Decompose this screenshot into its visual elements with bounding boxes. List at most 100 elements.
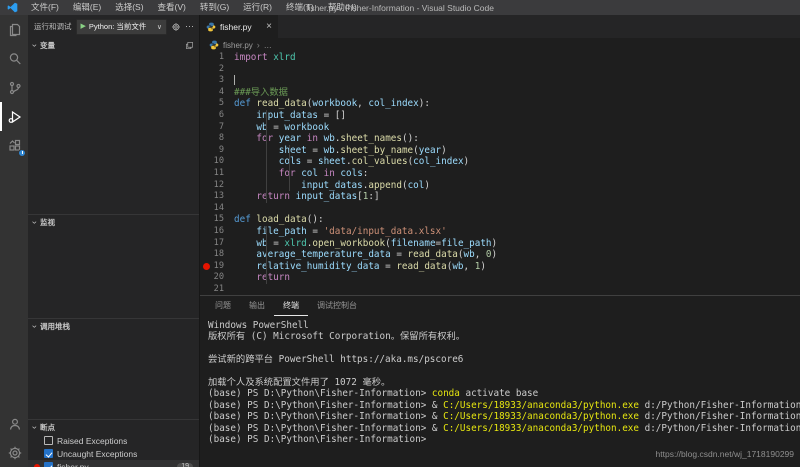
breakpoint-row[interactable]: Raised Exceptions	[28, 434, 199, 447]
menu-item[interactable]: 选择(S)	[108, 0, 150, 15]
code-line[interactable]: 17 wb = xlrd.open_workbook(filename=file…	[200, 238, 800, 250]
code-text[interactable]	[234, 64, 800, 76]
code-line[interactable]: 20 return	[200, 272, 800, 284]
breadcrumb-symbol[interactable]: …	[264, 41, 272, 50]
panel-tab-调试控制台[interactable]: 调试控制台	[308, 296, 366, 316]
code-text[interactable]: file_path = 'data/input_data.xlsx'	[234, 226, 800, 238]
start-debug-icon[interactable]: ▶	[81, 23, 86, 30]
code-line[interactable]: 16 file_path = 'data/input_data.xlsx'	[200, 226, 800, 238]
breadcrumb[interactable]: fisher.py › …	[200, 38, 800, 52]
code-line[interactable]: 11 for col in cols:	[200, 168, 800, 180]
code-line[interactable]: 5def read_data(workbook, col_index):	[200, 98, 800, 110]
menu-item[interactable]: 编辑(E)	[66, 0, 108, 15]
line-number-gutter[interactable]: 14	[200, 203, 234, 215]
code-line[interactable]: 6 input_datas = []	[200, 110, 800, 122]
code-line[interactable]: 10 cols = sheet.col_values(col_index)	[200, 156, 800, 168]
line-number-gutter[interactable]: 8	[200, 133, 234, 145]
panel-tab-输出[interactable]: 输出	[240, 296, 274, 316]
run-debug-icon[interactable]	[0, 102, 28, 131]
variables-section-header[interactable]: › 变量	[28, 38, 199, 52]
code-text[interactable]	[234, 75, 800, 87]
collapse-all-icon[interactable]	[185, 41, 194, 50]
configure-gear-icon[interactable]	[171, 22, 181, 32]
code-text[interactable]: input_datas = []	[234, 110, 800, 122]
code-text[interactable]: relative_humidity_data = read_data(wb, 1…	[234, 261, 800, 273]
code-text[interactable]	[234, 203, 800, 215]
source-control-icon[interactable]	[0, 73, 28, 102]
line-number-gutter[interactable]: 10	[200, 156, 234, 168]
code-text[interactable]: return input_datas[1:]	[234, 191, 800, 203]
line-number-gutter[interactable]: 4	[200, 87, 234, 99]
code-line[interactable]: 12 input_datas.append(col)	[200, 180, 800, 192]
menu-item[interactable]: 查看(V)	[151, 0, 193, 15]
terminal-output[interactable]: Windows PowerShell版权所有 (C) Microsoft Cor…	[200, 316, 800, 467]
line-number-gutter[interactable]: 9	[200, 145, 234, 157]
line-number-gutter[interactable]: 2	[200, 64, 234, 76]
tab-fisher-py[interactable]: fisher.py ×	[200, 15, 278, 38]
line-number-gutter[interactable]: 13	[200, 191, 234, 203]
code-text[interactable]: sheet = wb.sheet_by_name(year)	[234, 145, 800, 157]
line-number-gutter[interactable]: 11	[200, 168, 234, 180]
code-text[interactable]: import xlrd	[234, 52, 800, 64]
breakpoints-section-header[interactable]: › 断点	[28, 420, 199, 434]
code-editor[interactable]: 1import xlrd234###导入数据5def read_data(wor…	[200, 52, 800, 295]
line-number-gutter[interactable]: 20	[200, 272, 234, 284]
code-text[interactable]: for col in cols:	[234, 168, 800, 180]
line-number-gutter[interactable]: 3	[200, 75, 234, 87]
explorer-icon[interactable]	[0, 15, 28, 44]
panel-tab-问题[interactable]: 问题	[206, 296, 240, 316]
extensions-icon[interactable]	[0, 131, 28, 160]
code-text[interactable]: def load_data():	[234, 214, 800, 226]
line-number-gutter[interactable]: 18	[200, 249, 234, 261]
account-icon[interactable]	[0, 409, 28, 438]
code-text[interactable]: return	[234, 272, 800, 284]
code-text[interactable]: for year in wb.sheet_names():	[234, 133, 800, 145]
code-line[interactable]: 3	[200, 75, 800, 87]
code-line[interactable]: 21	[200, 284, 800, 295]
menu-item[interactable]: 文件(F)	[24, 0, 66, 15]
code-text[interactable]	[234, 284, 800, 295]
code-text[interactable]: def read_data(workbook, col_index):	[234, 98, 800, 110]
code-text[interactable]: average_temperature_data = read_data(wb,…	[234, 249, 800, 261]
breakpoint-checkbox[interactable]	[44, 462, 53, 467]
code-text[interactable]: ###导入数据	[234, 87, 800, 99]
line-number-gutter[interactable]: 17	[200, 238, 234, 250]
more-actions-icon[interactable]: ···	[185, 22, 194, 31]
line-number-gutter[interactable]: 12	[200, 180, 234, 192]
line-number-gutter[interactable]: 5	[200, 98, 234, 110]
breakpoint-dot-icon[interactable]	[203, 263, 210, 270]
line-number-gutter[interactable]: 7	[200, 122, 234, 134]
search-icon[interactable]	[0, 44, 28, 73]
menu-item[interactable]: 转到(G)	[193, 0, 236, 15]
line-number-gutter[interactable]: 19	[200, 261, 234, 273]
code-line[interactable]: 15def load_data():	[200, 214, 800, 226]
breakpoint-checkbox[interactable]	[44, 436, 53, 445]
line-number-gutter[interactable]: 1	[200, 52, 234, 64]
code-text[interactable]: cols = sheet.col_values(col_index)	[234, 156, 800, 168]
watch-section-header[interactable]: › 监视	[28, 215, 199, 229]
close-icon[interactable]: ×	[266, 22, 272, 32]
breakpoint-row[interactable]: Uncaught Exceptions	[28, 447, 199, 460]
code-text[interactable]: wb = workbook	[234, 122, 800, 134]
line-number-gutter[interactable]: 21	[200, 284, 234, 295]
code-line[interactable]: 19 relative_humidity_data = read_data(wb…	[200, 261, 800, 273]
code-line[interactable]: 18 average_temperature_data = read_data(…	[200, 249, 800, 261]
line-number-gutter[interactable]: 15	[200, 214, 234, 226]
code-line[interactable]: 2	[200, 64, 800, 76]
debug-config-dropdown[interactable]: ▶ Python: 当前文件 ∨	[76, 19, 168, 35]
code-text[interactable]: wb = xlrd.open_workbook(filename=file_pa…	[234, 238, 800, 250]
breakpoint-row[interactable]: fisher.py19	[28, 460, 199, 467]
call-stack-section-header[interactable]: › 调用堆栈	[28, 319, 199, 333]
code-line[interactable]: 8 for year in wb.sheet_names():	[200, 133, 800, 145]
line-number-gutter[interactable]: 16	[200, 226, 234, 238]
code-line[interactable]: 13 return input_datas[1:]	[200, 191, 800, 203]
breakpoint-checkbox[interactable]	[44, 449, 53, 458]
code-line[interactable]: 4###导入数据	[200, 87, 800, 99]
code-line[interactable]: 7 wb = workbook	[200, 122, 800, 134]
menu-item[interactable]: 运行(R)	[236, 0, 279, 15]
breadcrumb-file[interactable]: fisher.py	[223, 41, 253, 50]
code-line[interactable]: 1import xlrd	[200, 52, 800, 64]
line-number-gutter[interactable]: 6	[200, 110, 234, 122]
code-line[interactable]: 14	[200, 203, 800, 215]
settings-gear-icon[interactable]	[0, 438, 28, 467]
